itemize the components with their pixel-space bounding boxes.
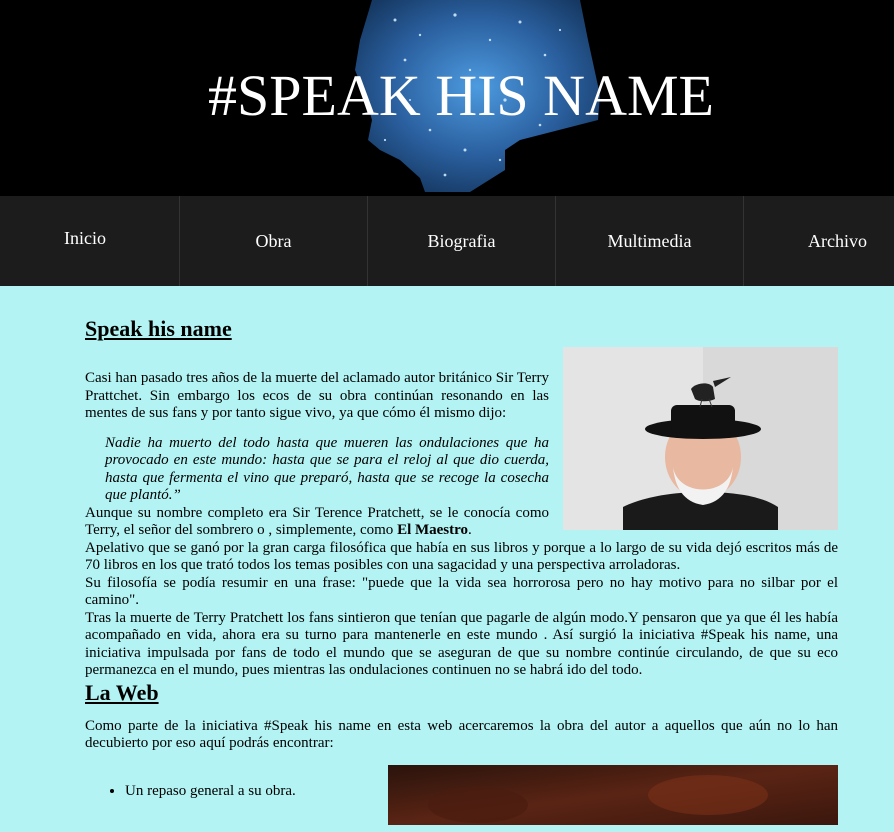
section-title-la-web: La Web	[85, 679, 159, 705]
paragraph-nombre-end: .	[468, 522, 472, 538]
paragraph-nombre-text: Aunque su nombre completo era Sir Terenc…	[85, 504, 549, 539]
terry-pratchett-photo	[563, 347, 838, 530]
web-intro-paragraph: Como parte de la iniciativa #Speak his n…	[85, 717, 838, 752]
el-maestro-bold: El Maestro	[397, 522, 469, 538]
book-cover-preview-image	[388, 764, 838, 825]
paragraph-iniciativa: Tras la muerte de Terry Pratchett los fa…	[85, 609, 838, 679]
web-features-area: Un repaso general a su obra.	[85, 764, 838, 825]
paragraph-filosofia: Su filosofía se podía resumir en una fra…	[85, 574, 838, 609]
site-title: #SPEAK HIS NAME	[208, 63, 714, 128]
main-content: Speak his name Casi han pasado tres años…	[85, 286, 838, 825]
paragraph-apelativo: Apelativo que se ganó por la gran carga …	[85, 539, 838, 574]
nav-item-multimedia[interactable]: Multimedia	[556, 196, 744, 286]
section-title-speak-his-name: Speak his name	[85, 316, 232, 341]
nav-item-archivo[interactable]: Archivo	[744, 196, 894, 286]
main-nav: Inicio Obra Biografia Multimedia Archivo	[0, 196, 894, 286]
nav-item-biografia[interactable]: Biografia	[368, 196, 556, 286]
site-header: #SPEAK HIS NAME	[0, 0, 894, 196]
nav-item-obra[interactable]: Obra	[180, 196, 368, 286]
nav-item-inicio[interactable]: Inicio	[0, 196, 180, 286]
